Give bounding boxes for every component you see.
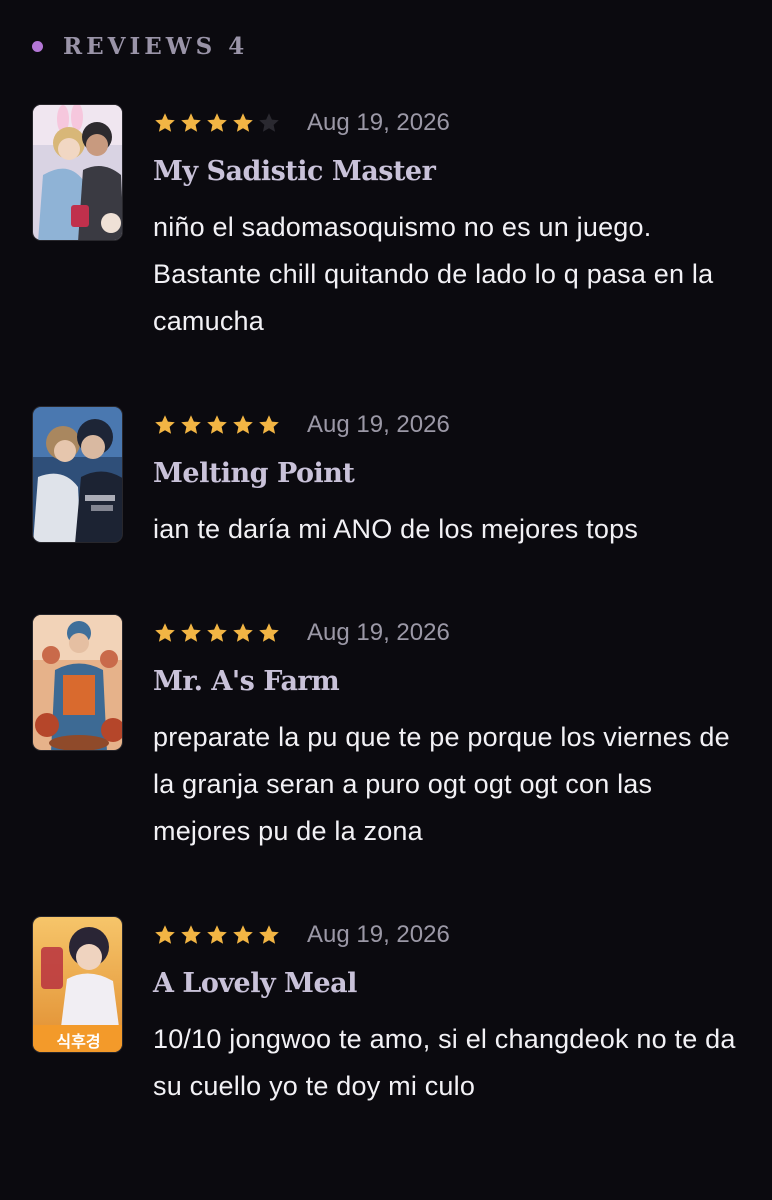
reviews-count: 4	[228, 32, 245, 60]
star-filled-icon	[207, 113, 227, 132]
book-cover[interactable]: 식후경	[32, 916, 123, 1053]
star-rating	[153, 621, 283, 645]
star-filled-icon	[181, 415, 201, 434]
star-filled-icon	[259, 925, 279, 944]
star-filled-icon	[207, 623, 227, 642]
cover-text: 식후경	[56, 1032, 100, 1051]
star-filled-icon	[181, 113, 201, 132]
star-filled-icon	[233, 415, 253, 434]
star-filled-icon	[233, 623, 253, 642]
star-filled-icon	[259, 623, 279, 642]
review-date: Aug 19, 2026	[307, 109, 450, 136]
review-text: preparate la pu que te pe porque los vie…	[153, 722, 730, 846]
star-filled-icon	[155, 925, 175, 944]
star-rating	[153, 413, 283, 437]
review-title[interactable]: My Sadistic Master	[153, 154, 743, 190]
star-filled-icon	[233, 113, 253, 132]
star-filled-icon	[207, 925, 227, 944]
star-filled-icon	[155, 113, 175, 132]
book-cover[interactable]	[32, 104, 123, 241]
review-title[interactable]: Mr. A's Farm	[153, 664, 743, 700]
star-filled-icon	[155, 415, 175, 434]
star-filled-icon	[155, 623, 175, 642]
star-filled-icon	[259, 415, 279, 434]
review-text: niño el sadomasoquismo no es un juego. B…	[153, 212, 714, 336]
review-date: Aug 19, 2026	[307, 411, 450, 438]
review-text: ian te daría mi ANO de los mejores tops	[153, 514, 639, 544]
review-title[interactable]: Melting Point	[153, 456, 743, 492]
star-filled-icon	[207, 415, 227, 434]
star-filled-icon	[181, 623, 201, 642]
star-filled-icon	[181, 925, 201, 944]
star-rating	[153, 923, 283, 947]
book-cover[interactable]	[32, 614, 123, 751]
reviews-header: REVIEWS 4	[32, 30, 244, 62]
book-cover[interactable]	[32, 406, 123, 543]
star-filled-icon	[233, 925, 253, 944]
review-title[interactable]: A Lovely Meal	[153, 966, 743, 1002]
review-date: Aug 19, 2026	[307, 619, 450, 646]
review-text: 10/10 jongwoo te amo, si el changdeok no…	[153, 1024, 736, 1101]
star-empty-icon	[259, 113, 279, 132]
section-dot	[32, 40, 43, 52]
star-rating	[153, 111, 283, 135]
review-date: Aug 19, 2026	[307, 921, 450, 948]
reviews-heading: REVIEWS	[63, 32, 217, 60]
